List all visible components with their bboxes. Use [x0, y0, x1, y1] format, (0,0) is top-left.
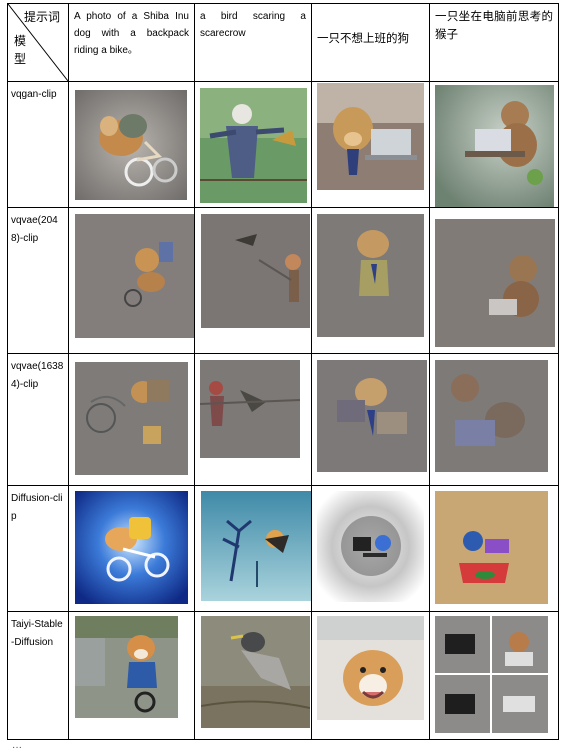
image-cell — [311, 353, 430, 486]
header-row: 提示词 模型 A photo of a Shiba Inu dog with a… — [7, 3, 559, 82]
image-cell — [68, 611, 195, 740]
shiba-bike-image — [75, 214, 194, 338]
bird-scarecrow-image — [201, 214, 310, 328]
model-name: Diffusion-clip — [11, 493, 63, 522]
bird-scarecrow-image — [200, 360, 300, 458]
model-cell: vqvae(2048)-clip — [7, 207, 69, 354]
image-cell — [194, 611, 312, 740]
image-cell — [194, 81, 312, 208]
image-cell — [194, 353, 312, 486]
model-cell: Diffusion-clip — [7, 485, 69, 612]
model-name: vqvae(16384)-clip — [11, 361, 64, 390]
model-row: Taiyi-Stable-Diffusion — [7, 611, 559, 740]
image-cell — [68, 353, 195, 486]
model-name: Taiyi-Stable-Diffusion — [11, 619, 63, 648]
monkey-computer-image — [435, 616, 548, 733]
bird-scarecrow-image — [201, 616, 310, 728]
comparison-table: 提示词 模型 A photo of a Shiba Inu dog with a… — [7, 3, 559, 740]
monkey-computer-image — [435, 491, 548, 604]
prompt-axis-label: 提示词 — [23, 10, 60, 24]
bird-scarecrow-image — [200, 88, 307, 203]
model-row: vqvae(16384)-clip — [7, 353, 559, 486]
image-cell — [311, 611, 430, 740]
dog-office-image — [317, 360, 427, 472]
image-cell — [194, 485, 312, 612]
corner-cell: 提示词 模型 — [7, 3, 69, 82]
image-cell — [429, 611, 559, 740]
model-row: Diffusion-clip — [7, 485, 559, 612]
prompt-cell-3: 一只不想上班的狗 — [311, 3, 430, 82]
model-row: vqvae(2048)-clip — [7, 207, 559, 354]
trailing-text: ··· — [12, 742, 22, 753]
dog-office-image — [317, 83, 424, 190]
image-cell — [429, 207, 559, 354]
prompt-cell-4: 一只坐在电脑前思考的猴子 — [429, 3, 559, 82]
image-cell — [311, 207, 430, 354]
prompt-text: 一只不想上班的狗 — [317, 33, 409, 45]
image-cell — [68, 485, 195, 612]
image-cell — [194, 207, 312, 354]
model-row: vqgan-clip — [7, 81, 559, 208]
model-axis-label: 模型 — [14, 34, 27, 66]
image-cell — [429, 81, 559, 208]
image-cell — [68, 207, 195, 354]
image-cell — [311, 81, 430, 208]
dog-office-image — [317, 616, 424, 720]
shiba-bike-image — [75, 362, 188, 475]
shiba-bike-image — [75, 90, 187, 200]
monkey-computer-image — [435, 360, 548, 472]
bird-scarecrow-image — [201, 491, 311, 601]
dog-office-image — [317, 491, 424, 602]
model-cell: vqvae(16384)-clip — [7, 353, 69, 486]
shiba-bike-image — [75, 616, 178, 718]
prompt-text: a bird scaring a scarecrow — [200, 11, 306, 39]
image-cell — [68, 81, 195, 208]
prompt-cell-1: A photo of a Shiba Inu dog with a backpa… — [68, 3, 195, 82]
prompt-text: A photo of a Shiba Inu dog with a backpa… — [74, 11, 189, 56]
prompt-text: 一只坐在电脑前思考的猴子 — [435, 11, 553, 41]
model-name: vqgan-clip — [11, 89, 57, 100]
shiba-bike-image — [75, 491, 188, 604]
image-cell — [429, 353, 559, 486]
model-name: vqvae(2048)-clip — [11, 215, 58, 244]
dog-office-image — [317, 214, 424, 337]
model-cell: Taiyi-Stable-Diffusion — [7, 611, 69, 740]
image-cell — [311, 485, 430, 612]
monkey-computer-image — [435, 219, 555, 347]
prompt-cell-2: a bird scaring a scarecrow — [194, 3, 312, 82]
image-cell — [429, 485, 559, 612]
monkey-computer-image — [435, 85, 554, 207]
model-cell: vqgan-clip — [7, 81, 69, 208]
